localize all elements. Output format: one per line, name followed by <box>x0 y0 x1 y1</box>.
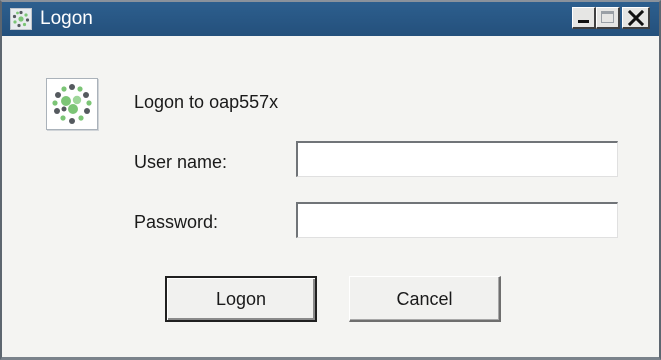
logon-button-label: Logon <box>215 289 267 309</box>
cancel-button[interactable]: Cancel <box>349 276 501 322</box>
close-button[interactable] <box>622 7 650 29</box>
password-label: Password: <box>134 212 219 232</box>
password-field[interactable] <box>296 202 618 238</box>
title-bar[interactable]: Logon <box>2 2 659 36</box>
logon-heading: Logon to oap557x <box>134 92 279 112</box>
app-logo-icon <box>10 8 32 30</box>
app-logo <box>46 78 98 130</box>
username-label: User name: <box>134 152 228 172</box>
cancel-button-label: Cancel <box>396 288 453 309</box>
window-title: Logon <box>40 8 93 29</box>
minimize-icon <box>578 20 589 23</box>
maximize-icon <box>601 11 614 23</box>
logon-window: Logon Logon to oap557x User name: Passwo… <box>0 0 661 360</box>
maximize-button[interactable] <box>596 7 620 29</box>
minimize-button[interactable] <box>572 7 596 29</box>
username-field[interactable] <box>296 141 618 177</box>
app-logo-icon <box>52 84 92 124</box>
close-icon <box>627 10 645 26</box>
logon-button[interactable]: Logon <box>165 276 317 322</box>
